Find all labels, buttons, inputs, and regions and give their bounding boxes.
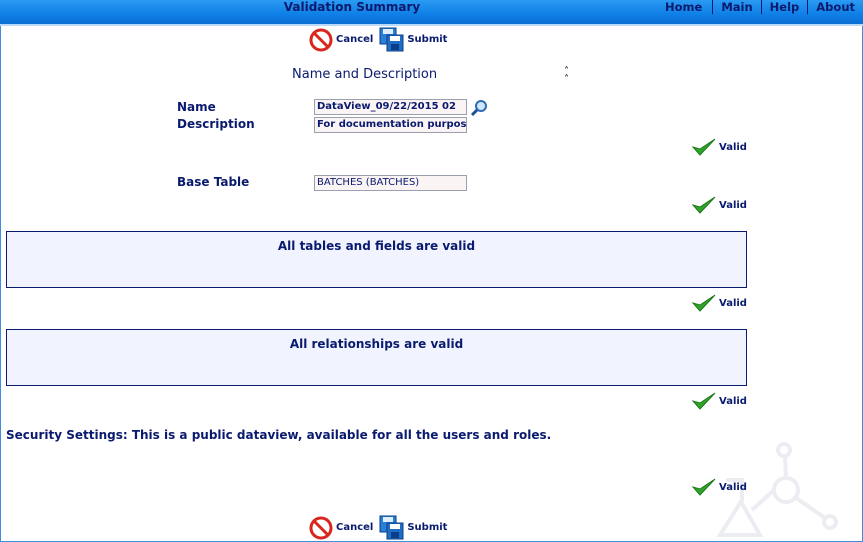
nav-home-link[interactable]: Home <box>665 0 712 14</box>
nav-help-link[interactable]: Help <box>760 0 808 14</box>
search-icon[interactable] <box>470 99 488 117</box>
top-nav: Home Main Help About <box>665 0 863 14</box>
header-bar: Validation Summary Home Main Help About <box>0 0 863 26</box>
valid-label: Valid <box>719 481 747 493</box>
submit-label: Submit <box>407 522 448 533</box>
valid-indicator-security: Valid <box>692 477 747 497</box>
tables-validation-panel: All tables and fields are valid <box>6 231 747 288</box>
checkmark-icon <box>692 478 716 496</box>
submit-label: Submit <box>407 34 448 45</box>
submit-button[interactable]: Submit <box>379 27 447 52</box>
nav-main-link[interactable]: Main <box>712 0 760 14</box>
base-table-label: Base Table <box>177 175 250 189</box>
collapse-icon[interactable]: ˄ ˄ <box>564 67 569 85</box>
valid-indicator-base-table: Valid <box>692 195 747 215</box>
description-label: Description <box>177 117 255 131</box>
valid-indicator-name: Valid <box>692 137 747 157</box>
cancel-icon <box>309 516 333 539</box>
name-field[interactable]: DataView_09/22/2015 02 <box>314 99 467 115</box>
name-label: Name <box>177 100 216 114</box>
cancel-button[interactable]: Cancel <box>309 28 373 52</box>
valid-label: Valid <box>719 141 747 153</box>
submit-button-bottom[interactable]: Submit <box>379 515 447 540</box>
relationships-validation-panel: All relationships are valid <box>6 329 747 386</box>
security-settings-text: Security Settings: This is a public data… <box>6 428 552 442</box>
checkmark-icon <box>692 392 716 410</box>
description-field[interactable]: For documentation purpos <box>314 117 467 133</box>
checkmark-icon <box>692 294 716 312</box>
cancel-icon <box>309 28 333 51</box>
nav-about-link[interactable]: About <box>807 0 863 14</box>
page-title: Validation Summary <box>283 0 421 14</box>
valid-label: Valid <box>719 297 747 309</box>
submit-icon <box>379 515 404 540</box>
cancel-button-bottom[interactable]: Cancel <box>309 516 373 540</box>
cancel-label: Cancel <box>336 522 374 533</box>
base-table-field[interactable]: BATCHES (BATCHES) <box>314 175 467 191</box>
cancel-label: Cancel <box>336 34 374 45</box>
section-title: Name and Description <box>292 67 438 82</box>
valid-indicator-tables: Valid <box>692 293 747 313</box>
valid-label: Valid <box>719 395 747 407</box>
action-bar-bottom: Cancel Submit <box>309 515 453 540</box>
valid-label: Valid <box>719 199 747 211</box>
valid-indicator-relationships: Valid <box>692 391 747 411</box>
action-bar-top: Cancel Submit <box>309 27 453 52</box>
checkmark-icon <box>692 138 716 156</box>
checkmark-icon <box>692 196 716 214</box>
submit-icon <box>379 27 404 52</box>
